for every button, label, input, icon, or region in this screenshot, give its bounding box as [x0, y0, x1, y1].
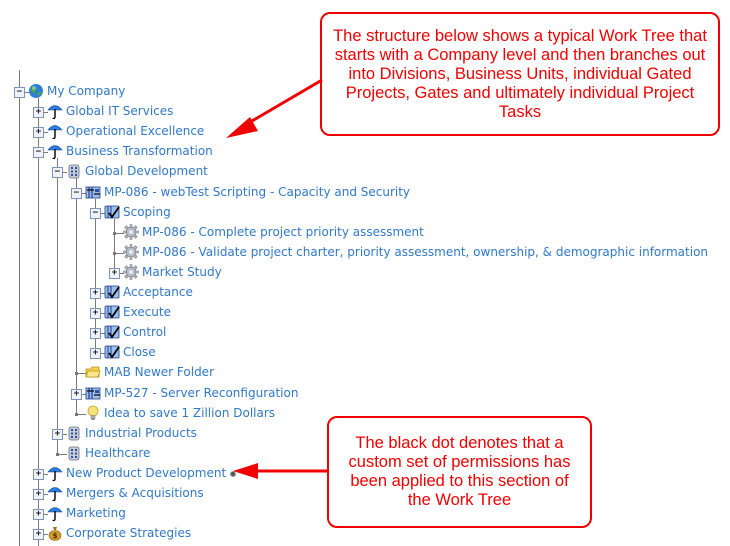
annotation-arrows [226, 78, 327, 479]
arrow-top-line [239, 78, 323, 130]
arrow-bottom-head [233, 463, 258, 479]
